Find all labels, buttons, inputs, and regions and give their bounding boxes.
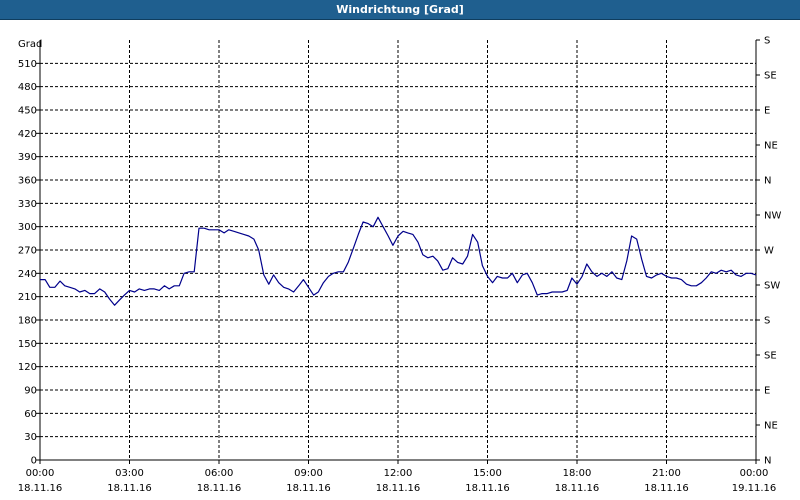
y-right-tick-label: S: [764, 316, 770, 327]
x-tick-time-label: 18:00: [563, 468, 592, 479]
x-tick-time-label: 09:00: [294, 468, 323, 479]
x-tick-time-label: 00:00: [26, 468, 55, 479]
y-tick-label: 510: [18, 59, 37, 70]
y-right-tick-label: NW: [764, 211, 781, 222]
y-tick-label: 150: [18, 339, 37, 350]
y-right-tick-label: E: [764, 386, 770, 397]
x-tick-date-label: 18.11.16: [197, 483, 242, 494]
y-right-tick-label: NE: [764, 421, 778, 432]
y-tick-label: 330: [18, 199, 37, 210]
y-tick-label: 420: [18, 129, 37, 140]
grid: [40, 40, 756, 460]
y-tick-label: 90: [24, 386, 37, 397]
y-tick-label: 240: [18, 269, 37, 280]
x-tick-date-label: 18.11.16: [376, 483, 421, 494]
x-tick-date-label: 18.11.16: [286, 483, 331, 494]
x-tick-date-label: 18.11.16: [465, 483, 510, 494]
y-axis-left-ticks: 0 30 60 90 120 150 180 210 240 270 300 330 360 390 420…: [18, 59, 40, 467]
y-right-tick-label: SW: [764, 281, 780, 292]
y-tick-label: 60: [24, 409, 37, 420]
y-tick-label: 120: [18, 362, 37, 373]
y-right-tick-label: E: [764, 106, 770, 117]
y-tick-label: 450: [18, 106, 37, 117]
x-tick-time-label: 00:00: [740, 468, 769, 479]
y-axis-label: Grad: [18, 39, 42, 50]
y-tick-label: 270: [18, 246, 37, 257]
y-right-tick-label: SE: [764, 71, 777, 82]
y-right-tick-label: NE: [764, 141, 778, 152]
y-tick-label: 210: [18, 292, 37, 303]
y-right-tick-label: N: [764, 456, 771, 467]
x-tick-time-label: 03:00: [115, 468, 144, 479]
y-tick-label: 180: [18, 316, 37, 327]
x-tick-time-label: 12:00: [384, 468, 413, 479]
y-tick-label: 480: [18, 82, 37, 93]
x-tick-date-label: 18.11.16: [107, 483, 152, 494]
y-tick-label: 360: [18, 176, 37, 187]
wind-direction-chart: 0 30 60 90 120 150 180 210 240 270 300 330 360 390 420…: [18, 36, 782, 495]
y-tick-label: 30: [24, 432, 37, 443]
y-right-tick-label: N: [764, 176, 771, 187]
chart-title-bar: Windrichtung [Grad]: [0, 0, 800, 20]
x-tick-date-label: 18.11.16: [644, 483, 689, 494]
y-tick-label: 0: [31, 456, 37, 467]
x-tick-time-label: 15:00: [473, 468, 502, 479]
y-tick-label: 300: [18, 222, 37, 233]
x-tick-date-label: 18.11.16: [18, 483, 63, 494]
x-tick-date-label: 19.11.16: [732, 483, 777, 494]
x-tick-time-label: 06:00: [205, 468, 234, 479]
y-axis-right-ticks: N NE E SE S SW W NW N NE E SE S: [756, 36, 781, 467]
y-right-tick-label: S: [764, 36, 770, 47]
y-tick-label: 390: [18, 152, 37, 163]
x-tick-time-label: 21:00: [652, 468, 681, 479]
x-axis-ticks: 00:00 18.11.16 03:00 18.11.16 06:00 18.11.16 0…: [18, 460, 777, 494]
y-right-tick-label: W: [764, 246, 774, 257]
y-right-tick-label: SE: [764, 351, 777, 362]
chart-title: Windrichtung [Grad]: [336, 3, 464, 16]
x-tick-date-label: 18.11.16: [555, 483, 600, 494]
